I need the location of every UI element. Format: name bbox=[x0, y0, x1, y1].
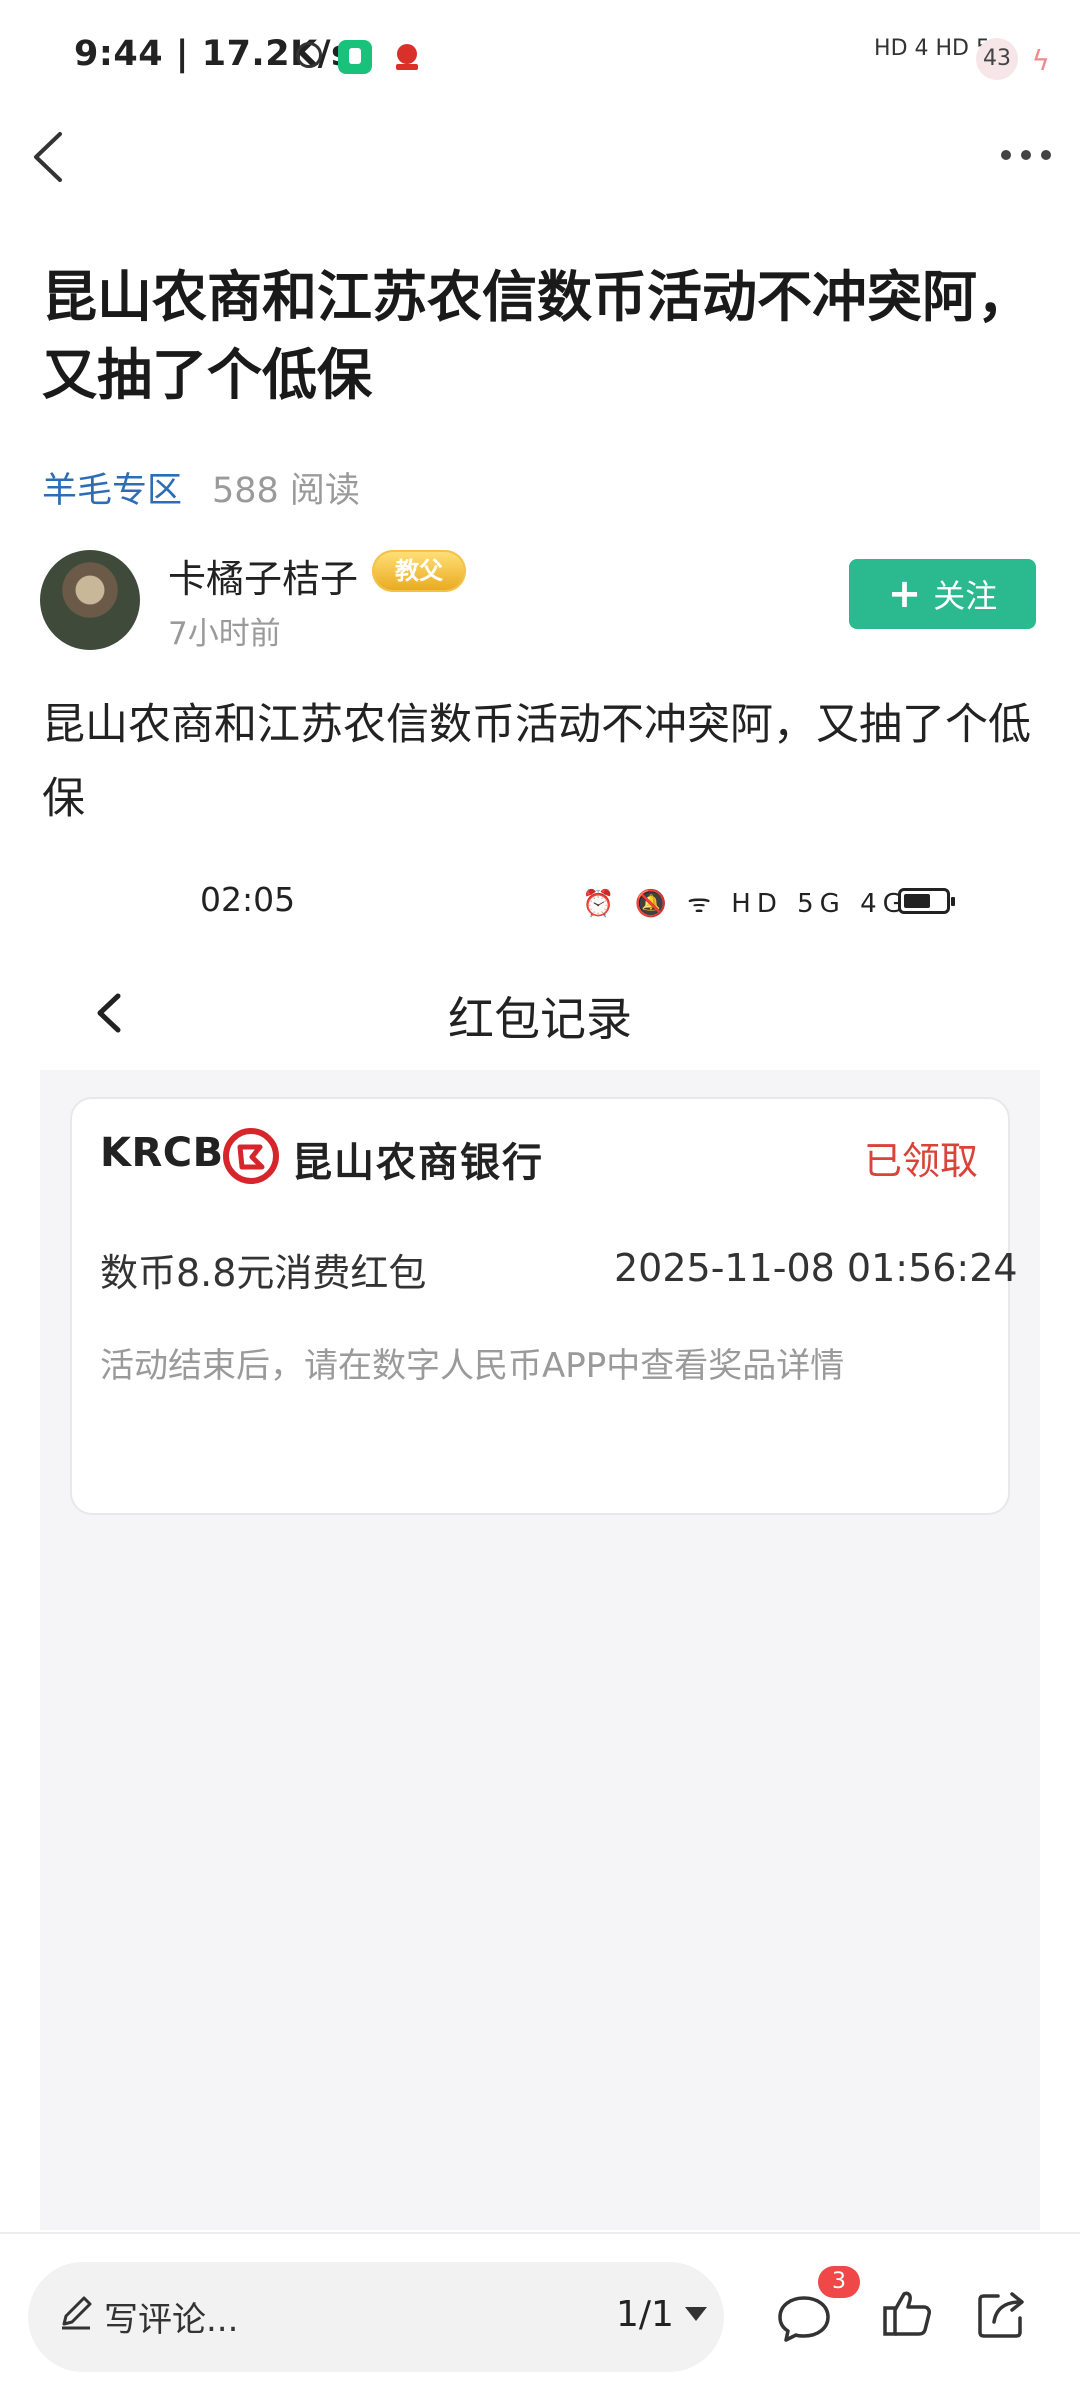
comment-bubble-icon[interactable] bbox=[776, 2290, 832, 2346]
article-title: 昆山农商和江苏农信数币活动不冲突阿，又抽了个低保 bbox=[42, 265, 1033, 407]
read-count: 588 阅读 bbox=[212, 471, 360, 511]
reward-note: 活动结束后，请在数字人民币APP中查看奖品详情 bbox=[100, 1346, 845, 1386]
author-badge: 教父 bbox=[372, 550, 466, 592]
bank-name: 昆山农商银行 bbox=[292, 1140, 544, 1186]
author-name[interactable]: 卡橘子桔子 bbox=[168, 548, 358, 603]
post-time: 7小时前 bbox=[168, 616, 281, 652]
screenshot-battery-icon bbox=[898, 888, 955, 914]
follow-label: 关注 bbox=[933, 577, 998, 615]
pencil-icon bbox=[56, 2292, 96, 2332]
follow-button[interactable]: + 关注 bbox=[849, 559, 1036, 629]
network-indicators: HD 4 HD 5 bbox=[874, 36, 990, 61]
article-body: 昆山农商和江苏农信数币活动不冲突阿，又抽了个低保 bbox=[42, 700, 1031, 824]
screenshot-status-icons: ⏰ 🔕 ᯤ HD 5G 4G bbox=[582, 889, 909, 919]
comment-placeholder[interactable]: 写评论... bbox=[104, 2292, 238, 2341]
plus-icon: + bbox=[887, 571, 922, 617]
alarm-icon bbox=[296, 42, 322, 68]
bank-logo-icon bbox=[222, 1127, 280, 1185]
thumbs-up-icon[interactable] bbox=[880, 2286, 934, 2340]
charging-icon: ϟ bbox=[1031, 44, 1050, 77]
back-button[interactable] bbox=[22, 122, 82, 192]
chevron-left-icon bbox=[34, 132, 62, 182]
battery-level: 43 bbox=[976, 38, 1018, 80]
screenshot-page-title: 红包记录 bbox=[448, 992, 632, 1046]
caret-down-icon[interactable] bbox=[685, 2307, 707, 2321]
bank-brand: KRCB bbox=[100, 1130, 224, 1176]
comment-count-badge: 3 bbox=[818, 2266, 860, 2298]
author-avatar[interactable] bbox=[40, 550, 140, 650]
more-button[interactable] bbox=[996, 135, 1056, 175]
share-icon[interactable] bbox=[974, 2286, 1030, 2342]
reward-title: 数币8.8元消费红包 bbox=[100, 1251, 427, 1295]
reward-time: 2025-11-08 01:56:24 bbox=[614, 1246, 1018, 1290]
app-shield-icon bbox=[338, 40, 372, 74]
more-dots-icon bbox=[1001, 150, 1051, 160]
category-link[interactable]: 羊毛专区 bbox=[42, 462, 182, 513]
app-notification-icon bbox=[390, 40, 424, 74]
page-indicator[interactable]: 1/1 bbox=[616, 2294, 674, 2335]
screenshot-time: 02:05 bbox=[200, 880, 296, 919]
claimed-status: 已领取 bbox=[864, 1139, 979, 1183]
